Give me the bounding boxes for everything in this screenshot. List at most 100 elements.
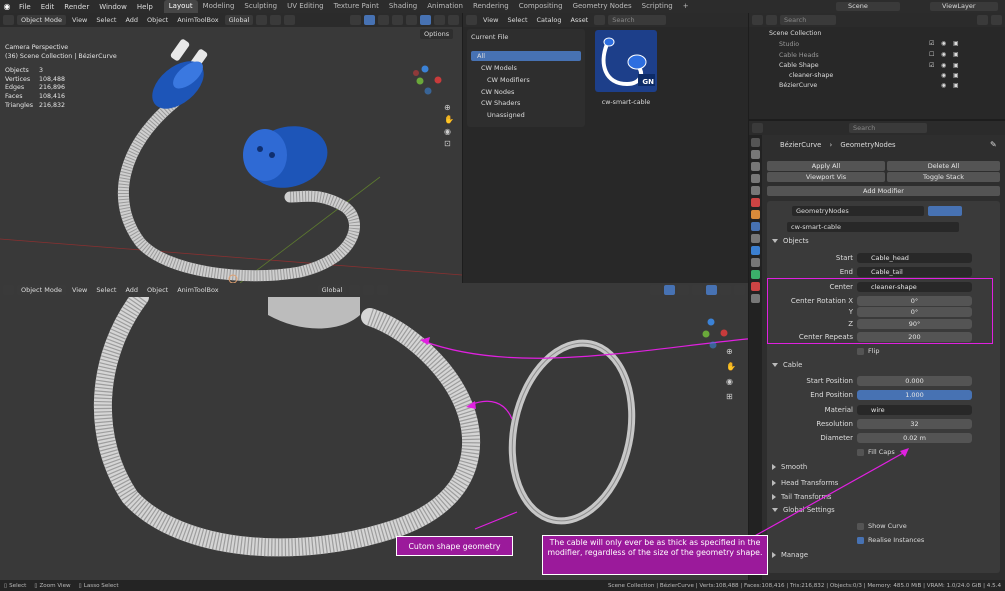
world-tab-icon[interactable] (751, 198, 760, 207)
catalog-unassigned[interactable]: Unassigned (487, 111, 525, 119)
xray-icon[interactable] (392, 15, 403, 25)
snap-icon[interactable] (363, 285, 375, 295)
menu-render[interactable]: Render (59, 3, 94, 11)
flip-checkbox-box[interactable] (857, 347, 864, 355)
manage-section-header[interactable]: Manage (772, 551, 808, 559)
tool-tab-icon[interactable] (751, 138, 760, 147)
workspace-tab-compositing[interactable]: Compositing (514, 0, 568, 13)
center-rotation-y-field[interactable]: 0° (857, 307, 972, 317)
add-modifier-button[interactable]: Add Modifier (767, 186, 1000, 196)
shading-material-icon[interactable] (720, 285, 731, 295)
catalog-cw-modifiers[interactable]: CW Modifiers (487, 76, 530, 84)
view-layer-selector[interactable]: ViewLayer (930, 2, 998, 11)
shading-solid-icon[interactable] (706, 285, 717, 295)
camera-view-icon[interactable]: ◉ (444, 127, 456, 139)
center-rotation-x-field[interactable]: 0° (857, 296, 972, 306)
viewport-menu-view[interactable]: View (69, 286, 90, 294)
workspace-tab-modeling[interactable]: Modeling (198, 0, 240, 13)
exclude-checkbox-icon[interactable]: ☑ (929, 40, 937, 47)
diameter-field[interactable]: 0.02 m (857, 433, 972, 443)
outliner-item-beziercurve[interactable]: BézierCurve (779, 82, 817, 89)
outliner-editor-type-icon[interactable] (752, 15, 763, 25)
orientation-dropdown[interactable]: Global (224, 15, 254, 25)
outliner-item-scene-collection[interactable]: Scene Collection (769, 30, 821, 37)
viewport-menu-add[interactable]: Add (122, 16, 141, 24)
tail-transforms-section-header[interactable]: Tail Transforms (772, 493, 831, 501)
properties-editor-type-icon[interactable] (752, 123, 763, 133)
material-tab-icon[interactable] (751, 282, 760, 291)
visibility-icon[interactable] (650, 285, 661, 295)
center-rotation-z-field[interactable]: 90° (857, 319, 972, 329)
asset-menu-catalog[interactable]: Catalog (534, 16, 565, 24)
viewport-menu-animtoolbox[interactable]: AnimToolBox (174, 286, 221, 294)
blender-logo-icon[interactable]: ◉ (0, 2, 14, 11)
objects-section-header[interactable]: Objects (772, 237, 809, 245)
pan-hand-icon[interactable]: ✋ (444, 115, 456, 127)
show-curve-checkbox[interactable]: Show Curve (857, 522, 907, 530)
data-tab-icon[interactable] (751, 270, 760, 279)
lock-icon[interactable]: ⊡ (444, 139, 456, 151)
scene-tab-icon[interactable] (751, 186, 760, 195)
visibility-eye-icon[interactable]: ◉ (941, 62, 949, 69)
menu-edit[interactable]: Edit (36, 3, 60, 11)
material-field[interactable]: wire (857, 405, 972, 415)
pivot-icon[interactable] (349, 285, 361, 295)
grid-icon[interactable]: ⊞ (726, 392, 738, 407)
pivot-icon[interactable] (256, 15, 268, 25)
exclude-checkbox-icon[interactable]: ☐ (929, 51, 937, 58)
camera-view-icon[interactable]: ◉ (726, 377, 738, 392)
center-object-field[interactable]: cleaner-shape (857, 282, 972, 292)
asset-search-input[interactable]: Search (608, 15, 667, 25)
object-tab-icon[interactable] (751, 210, 760, 219)
shading-wireframe-icon[interactable] (406, 15, 417, 25)
output-tab-icon[interactable] (751, 162, 760, 171)
fill-caps-checkbox[interactable]: Fill Caps (857, 448, 895, 456)
flip-checkbox[interactable]: Flip (857, 347, 879, 355)
zoom-icon[interactable]: ⊕ (444, 103, 456, 115)
global-settings-section-header[interactable]: Global Settings (772, 506, 835, 514)
menu-file[interactable]: File (14, 3, 36, 11)
viewport-top[interactable]: Options Camera Perspective (36) Scene Co… (0, 27, 462, 283)
overlay-toggle-icon[interactable] (378, 15, 389, 25)
gizmo-toggle-icon[interactable] (664, 285, 675, 295)
visibility-icon[interactable] (350, 15, 361, 25)
workspace-tab-rendering[interactable]: Rendering (468, 0, 514, 13)
mode-dropdown[interactable]: Object Mode (17, 285, 66, 295)
catalog-cw-shaders[interactable]: CW Shaders (481, 99, 520, 107)
asset-editor-type-icon[interactable] (466, 15, 477, 25)
workspace-tab-animation[interactable]: Animation (422, 0, 468, 13)
modifier-tab-icon[interactable] (751, 222, 760, 231)
asset-thumbnail[interactable]: GN (595, 30, 657, 92)
end-position-field[interactable]: 1.000 (857, 390, 972, 400)
workspace-tab-shading[interactable]: Shading (384, 0, 422, 13)
editor-type-icon[interactable] (3, 15, 14, 25)
render-camera-icon[interactable]: ▣ (953, 40, 961, 47)
delete-all-button[interactable]: Delete All (887, 161, 1000, 171)
smooth-section-header[interactable]: Smooth (772, 463, 807, 471)
outliner-display-icon[interactable] (766, 15, 777, 25)
viewport-menu-object[interactable]: Object (144, 16, 171, 24)
outliner-item-cleaner-shape[interactable]: cleaner-shape (789, 72, 833, 79)
outliner-search-input[interactable]: Search (780, 15, 836, 25)
workspace-tab-texture-paint[interactable]: Texture Paint (329, 0, 384, 13)
render-camera-icon[interactable]: ▣ (953, 82, 961, 89)
node-group-field[interactable]: cw-smart-cable (787, 222, 959, 232)
realise-instances-checkbox-box[interactable] (857, 536, 864, 544)
realise-instances-checkbox[interactable]: Realise Instances (857, 536, 924, 544)
properties-search-input[interactable]: Search (849, 123, 927, 133)
render-camera-icon[interactable]: ▣ (953, 51, 961, 58)
proportional-icon[interactable] (377, 285, 389, 295)
editor-type-icon[interactable] (3, 285, 14, 295)
mode-dropdown[interactable]: Object Mode (17, 15, 66, 25)
apply-all-button[interactable]: Apply All (767, 161, 885, 171)
particles-tab-icon[interactable] (751, 234, 760, 243)
start-object-field[interactable]: Cable_head (857, 253, 972, 263)
view-layer-tab-icon[interactable] (751, 174, 760, 183)
add-workspace-button[interactable]: + (678, 0, 694, 13)
outliner-item-cable-heads[interactable]: Cable Heads (779, 52, 819, 59)
render-tab-icon[interactable] (751, 150, 760, 159)
show-curve-checkbox-box[interactable] (857, 522, 864, 530)
filter-icon[interactable] (977, 15, 988, 25)
end-object-field[interactable]: Cable_tail (857, 267, 972, 277)
viewport-menu-select[interactable]: Select (93, 16, 119, 24)
